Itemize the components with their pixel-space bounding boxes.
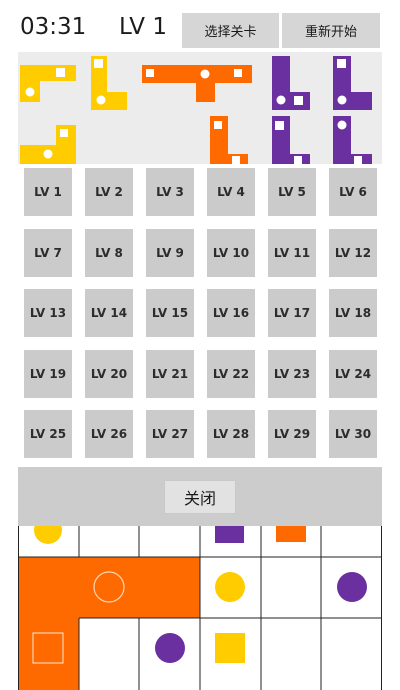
game-board [18, 526, 382, 690]
yellow-piece-3[interactable] [20, 125, 76, 164]
level-button-26[interactable]: LV 26 [85, 410, 133, 458]
current-level: LV 1 [119, 14, 167, 40]
level-button-13[interactable]: LV 13 [24, 289, 72, 337]
level-button-6[interactable]: LV 6 [329, 168, 377, 216]
close-button[interactable]: 关闭 [164, 480, 236, 514]
level-button-20[interactable]: LV 20 [85, 350, 133, 398]
level-button-4[interactable]: LV 4 [207, 168, 255, 216]
purple-piece-4[interactable] [333, 116, 372, 164]
purple-circle-token [155, 633, 185, 663]
restart-button[interactable]: 重新开始 [282, 13, 380, 48]
level-button-5[interactable]: LV 5 [268, 168, 316, 216]
timer: 03:31 [20, 14, 87, 40]
level-button-28[interactable]: LV 28 [207, 410, 255, 458]
level-button-25[interactable]: LV 25 [24, 410, 72, 458]
level-button-2[interactable]: LV 2 [85, 168, 133, 216]
level-button-18[interactable]: LV 18 [329, 289, 377, 337]
yellow-piece-2[interactable] [91, 56, 127, 110]
piece-tray-graphics [20, 56, 372, 164]
level-button-30[interactable]: LV 30 [329, 410, 377, 458]
purple-piece-3[interactable] [272, 116, 310, 164]
purple-piece-1[interactable] [272, 56, 310, 110]
level-button-9[interactable]: LV 9 [146, 229, 194, 277]
yellow-circle-token [215, 572, 245, 602]
level-button-11[interactable]: LV 11 [268, 229, 316, 277]
level-button-16[interactable]: LV 16 [207, 289, 255, 337]
orange-square-token [276, 526, 306, 542]
level-button-17[interactable]: LV 17 [268, 289, 316, 337]
level-button-22[interactable]: LV 22 [207, 350, 255, 398]
level-button-7[interactable]: LV 7 [24, 229, 72, 277]
level-button-29[interactable]: LV 29 [268, 410, 316, 458]
orange-piece-2[interactable] [210, 116, 248, 164]
level-button-23[interactable]: LV 23 [268, 350, 316, 398]
level-select-panel [18, 164, 382, 467]
level-button-27[interactable]: LV 27 [146, 410, 194, 458]
game-screen: 03:31 LV 1 选择关卡 重新开始 LV 1 LV 2 LV 3 LV 4… [0, 0, 400, 690]
yellow-square-token [215, 633, 245, 663]
board-graphics [18, 526, 382, 690]
select-level-button[interactable]: 选择关卡 [182, 13, 279, 48]
yellow-circle-token [34, 526, 62, 544]
orange-piece-1[interactable] [142, 65, 252, 102]
level-button-14[interactable]: LV 14 [85, 289, 133, 337]
level-button-15[interactable]: LV 15 [146, 289, 194, 337]
purple-piece-2[interactable] [333, 56, 372, 110]
level-button-24[interactable]: LV 24 [329, 350, 377, 398]
level-button-21[interactable]: LV 21 [146, 350, 194, 398]
level-button-12[interactable]: LV 12 [329, 229, 377, 277]
level-button-10[interactable]: LV 10 [207, 229, 255, 277]
board-row-top [34, 526, 306, 544]
yellow-piece-1[interactable] [20, 65, 76, 102]
orange-placed-piece[interactable] [18, 557, 200, 690]
purple-square-token [215, 526, 244, 543]
level-button-1[interactable]: LV 1 [24, 168, 72, 216]
level-button-3[interactable]: LV 3 [146, 168, 194, 216]
purple-circle-token [337, 572, 367, 602]
level-button-19[interactable]: LV 19 [24, 350, 72, 398]
level-button-8[interactable]: LV 8 [85, 229, 133, 277]
piece-tray [18, 52, 382, 164]
